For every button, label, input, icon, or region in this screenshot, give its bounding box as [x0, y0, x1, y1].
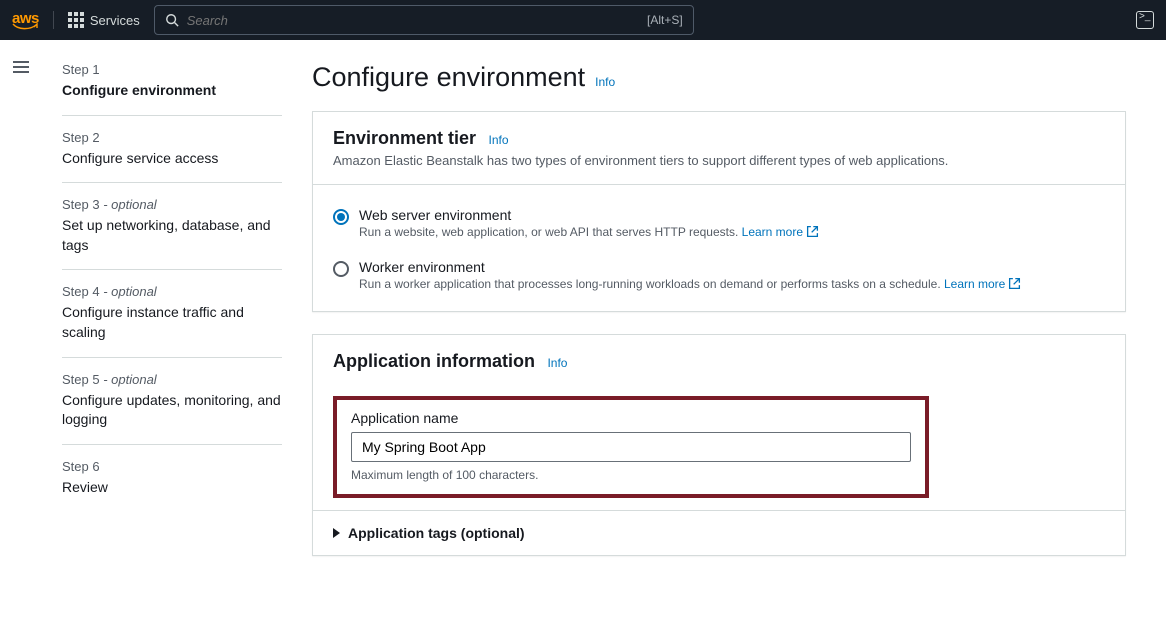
- services-menu[interactable]: Services: [68, 12, 140, 28]
- app-info-info-link[interactable]: Info: [547, 356, 567, 370]
- step-num: Step 3 - optional: [62, 197, 282, 212]
- app-tags-label: Application tags (optional): [348, 525, 525, 541]
- step-num: Step 4 - optional: [62, 284, 282, 299]
- radio-button[interactable]: [333, 261, 349, 277]
- application-info-panel: Application information Info Application…: [312, 334, 1126, 556]
- wizard-step-1[interactable]: Step 1 Configure environment: [62, 62, 282, 116]
- hamburger-icon[interactable]: [13, 58, 29, 76]
- env-tier-option-1: Worker environment Run a worker applicati…: [333, 253, 1105, 295]
- environment-tier-panel: Environment tier Info Amazon Elastic Bea…: [312, 111, 1126, 312]
- app-info-body: Application name Maximum length of 100 c…: [313, 376, 1125, 510]
- env-tier-info-link[interactable]: Info: [488, 133, 508, 147]
- search-box[interactable]: [Alt+S]: [154, 5, 694, 35]
- env-tier-body: Web server environment Run a website, web…: [313, 185, 1125, 311]
- step-num: Step 6: [62, 459, 282, 474]
- step-num: Step 5 - optional: [62, 372, 282, 387]
- radio-desc: Run a worker application that processes …: [359, 277, 1021, 291]
- logo-text: aws: [12, 10, 39, 27]
- search-icon: [165, 13, 179, 27]
- radio-title: Worker environment: [359, 259, 1021, 275]
- wizard-sidebar: Step 1 Configure environment Step 2 Configu…: [42, 40, 302, 618]
- application-tags-expander[interactable]: Application tags (optional): [313, 511, 1125, 555]
- step-title: Configure environment: [62, 81, 282, 101]
- learn-more-link[interactable]: Learn more: [944, 277, 1021, 291]
- nav-divider: [53, 11, 54, 29]
- services-label: Services: [90, 13, 140, 28]
- page-info-link[interactable]: Info: [595, 75, 615, 89]
- radio-desc: Run a website, web application, or web A…: [359, 225, 819, 239]
- wizard-step-4[interactable]: Step 4 - optional Configure instance traf…: [62, 270, 282, 357]
- radio-button[interactable]: [333, 209, 349, 225]
- external-link-icon: [1008, 277, 1021, 290]
- wizard-step-2[interactable]: Step 2 Configure service access: [62, 116, 282, 184]
- search-shortcut: [Alt+S]: [647, 13, 683, 27]
- app-info-header: Application information Info: [313, 335, 1125, 376]
- main-content: Configure environment Info Environment t…: [302, 40, 1166, 618]
- wizard-step-6[interactable]: Step 6 Review: [62, 445, 282, 512]
- step-title: Configure instance traffic and scaling: [62, 303, 282, 342]
- cloudshell-icon[interactable]: [1136, 11, 1154, 29]
- app-info-heading: Application information: [333, 351, 535, 371]
- page-title-row: Configure environment Info: [312, 62, 1126, 93]
- step-title: Configure service access: [62, 149, 282, 169]
- step-num: Step 1: [62, 62, 282, 77]
- app-name-label: Application name: [351, 410, 911, 426]
- step-title: Configure updates, monitoring, and loggi…: [62, 391, 282, 430]
- external-link-icon: [806, 225, 819, 238]
- env-tier-option-0: Web server environment Run a website, web…: [333, 201, 1105, 253]
- search-input[interactable]: [187, 13, 639, 28]
- sidebar-toggle-col: [0, 40, 42, 618]
- application-name-input[interactable]: [351, 432, 911, 462]
- wizard-step-3[interactable]: Step 3 - optional Set up networking, data…: [62, 183, 282, 270]
- top-nav: aws Services [Alt+S]: [0, 0, 1166, 40]
- application-name-highlight: Application name Maximum length of 100 c…: [333, 396, 929, 498]
- env-tier-header: Environment tier Info Amazon Elastic Bea…: [313, 112, 1125, 185]
- step-num: Step 2: [62, 130, 282, 145]
- app-name-hint: Maximum length of 100 characters.: [351, 468, 911, 482]
- step-title: Review: [62, 478, 282, 498]
- radio-title: Web server environment: [359, 207, 819, 223]
- wizard-step-5[interactable]: Step 5 - optional Configure updates, moni…: [62, 358, 282, 445]
- caret-right-icon: [333, 528, 340, 538]
- grid-icon: [68, 12, 84, 28]
- learn-more-link[interactable]: Learn more: [742, 225, 819, 239]
- page-title: Configure environment: [312, 62, 585, 93]
- env-tier-sub: Amazon Elastic Beanstalk has two types o…: [333, 153, 1105, 168]
- step-title: Set up networking, database, and tags: [62, 216, 282, 255]
- env-tier-heading: Environment tier: [333, 128, 476, 148]
- aws-logo[interactable]: aws: [12, 10, 39, 31]
